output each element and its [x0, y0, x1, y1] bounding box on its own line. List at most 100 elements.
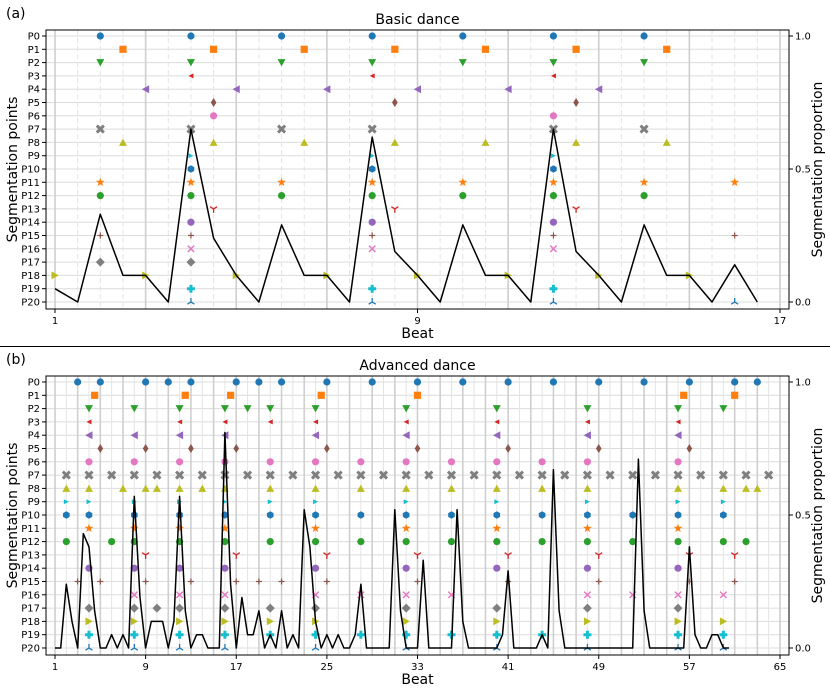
y-tick-label: P16 — [21, 244, 40, 255]
y-tick-label: P3 — [28, 71, 40, 82]
data-point-p0 — [753, 378, 761, 386]
y-tick-label: P4 — [28, 431, 40, 442]
data-point-p10 — [448, 511, 455, 519]
data-point-p5 — [142, 444, 149, 453]
data-point-p10 — [187, 165, 195, 173]
y-tick-label: P6 — [28, 111, 40, 122]
data-point-p19 — [130, 630, 139, 639]
data-point-p15 — [97, 232, 104, 239]
data-point-p12 — [583, 538, 592, 546]
y2-tick-label: 0.5 — [795, 165, 811, 176]
y-tick-label: P7 — [28, 125, 40, 136]
y2-tick-label: 0.0 — [795, 644, 811, 655]
data-point-p6 — [493, 458, 501, 466]
data-point-p0 — [187, 32, 195, 40]
data-point-p1 — [391, 45, 399, 53]
y-tick-label: P10 — [21, 511, 40, 522]
data-point-p17 — [84, 603, 94, 613]
x-tick-label: 65 — [774, 662, 787, 673]
y-tick-label: P4 — [28, 85, 40, 96]
data-point-p0 — [74, 378, 82, 386]
data-point-p6 — [85, 458, 93, 466]
data-point-p6 — [583, 458, 592, 466]
data-point-p0 — [504, 378, 512, 386]
data-point-p17 — [152, 603, 162, 613]
data-point-p15 — [278, 578, 285, 585]
y-tick-label: P1 — [28, 391, 40, 402]
data-point-p17 — [673, 603, 683, 613]
y-tick-label: P17 — [21, 258, 40, 269]
data-point-p12 — [742, 538, 750, 546]
y-tick-label: P15 — [21, 231, 40, 242]
chart-panel-b: (b) Advanced dance P0 P1 P2 P3 P4 P5 P6 P7 P8 P9 P10… — [5, 352, 826, 688]
data-point-p5 — [573, 98, 579, 107]
y-tick-label: P7 — [28, 471, 40, 482]
data-point-p5 — [595, 444, 602, 453]
data-point-p10 — [629, 511, 637, 519]
data-point-p12 — [674, 538, 682, 546]
data-point-p0 — [232, 378, 240, 386]
data-point-p0 — [549, 378, 558, 386]
data-point-p15 — [414, 578, 421, 585]
y2-axis-label: Segmentation proportion — [810, 428, 826, 604]
chart-title: Basic dance — [375, 12, 459, 28]
data-point-p19 — [356, 630, 365, 639]
data-point-p12 — [311, 538, 320, 546]
y-tick-label: P12 — [21, 191, 40, 202]
data-point-p10 — [368, 165, 376, 173]
data-point-p1 — [209, 45, 218, 53]
data-point-p0 — [323, 378, 331, 386]
data-point-p12 — [640, 192, 648, 200]
data-point-p0 — [413, 378, 422, 386]
data-point-p1 — [731, 391, 739, 399]
data-point-p12 — [459, 192, 467, 200]
data-point-p12 — [368, 192, 376, 200]
data-point-p0 — [368, 378, 376, 386]
data-point-p17 — [582, 603, 592, 613]
data-point-p1 — [413, 391, 422, 399]
data-point-p6 — [266, 458, 274, 466]
data-point-p12 — [719, 538, 727, 546]
data-point-p17 — [265, 603, 275, 613]
data-point-p0 — [459, 32, 467, 40]
data-point-p15 — [97, 578, 104, 585]
x-axis-label: Beat — [401, 672, 434, 688]
x-tick-label: 17 — [230, 662, 243, 673]
data-point-p6 — [209, 112, 218, 120]
data-point-p1 — [663, 45, 671, 53]
y-tick-label: P19 — [21, 630, 40, 641]
data-point-p19 — [84, 630, 93, 639]
data-point-p0 — [96, 32, 104, 40]
data-point-p1 — [181, 391, 189, 399]
y-tick-label: P3 — [28, 417, 40, 428]
data-point-p15 — [74, 578, 81, 585]
data-point-p17 — [175, 603, 185, 613]
y-axis-label: Segmentation points — [5, 443, 21, 589]
data-point-p0 — [595, 378, 603, 386]
data-point-p5 — [324, 444, 330, 453]
y-tick-label: P8 — [28, 138, 40, 149]
data-point-p0 — [368, 32, 376, 40]
panel-tag: (a) — [6, 6, 26, 22]
data-point-p12 — [108, 538, 116, 546]
y-tick-label: P17 — [21, 604, 40, 615]
y-tick-label: P9 — [28, 151, 40, 162]
data-point-p10 — [85, 511, 93, 519]
data-point-p5 — [414, 444, 421, 453]
data-point-p19 — [175, 630, 184, 639]
data-point-p15 — [233, 578, 240, 585]
data-point-p15 — [323, 578, 330, 585]
data-point-p12 — [447, 538, 456, 546]
grid — [46, 30, 789, 309]
data-point-p0 — [731, 378, 739, 386]
y-tick-label: P14 — [21, 218, 40, 229]
data-point-p0 — [96, 378, 104, 386]
data-point-p19 — [549, 284, 558, 293]
data-point-p0 — [187, 378, 195, 386]
y-tick-label: P20 — [21, 644, 40, 655]
data-point-p17 — [401, 603, 411, 613]
data-point-p0 — [640, 32, 648, 40]
x-tick-label: 41 — [502, 662, 515, 673]
data-point-p6 — [357, 458, 365, 466]
data-point-p0 — [142, 378, 150, 386]
